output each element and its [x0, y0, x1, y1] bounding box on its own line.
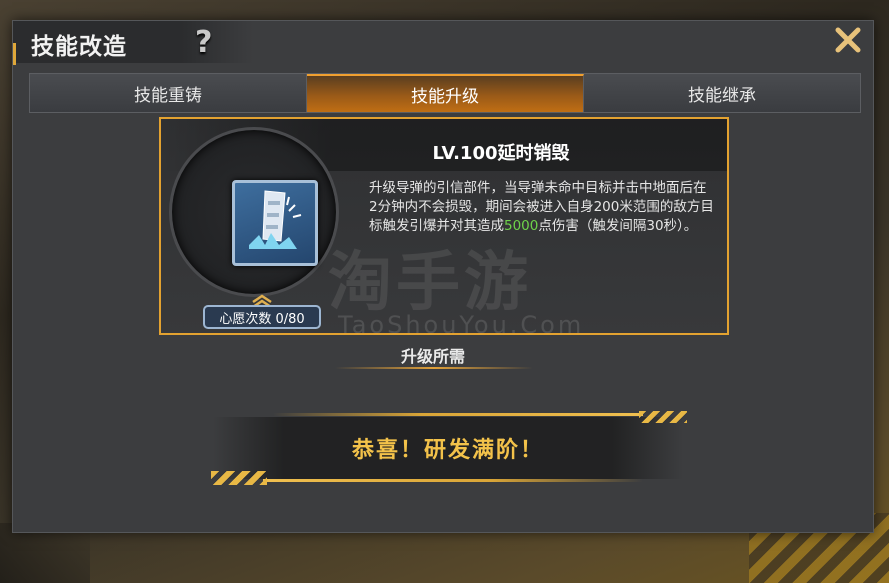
max-level-text: 恭喜！研发满阶！: [351, 438, 544, 463]
banner-top-line: [273, 413, 643, 416]
tab-skill-upgrade[interactable]: 技能升级: [307, 74, 584, 112]
skill-medallion: [169, 127, 339, 297]
watermark-logo: 淘手游: [328, 246, 532, 320]
tab-skill-recast[interactable]: 技能重铸: [30, 74, 307, 112]
dialog-title: 技能改造: [31, 34, 127, 60]
missile-icon: [249, 190, 302, 249]
requirements-divider: [335, 367, 533, 369]
title-accent: [13, 43, 16, 65]
watermark-url: TaoShouYou.Com: [338, 311, 585, 339]
skill-name: LV.100延时销毁: [432, 143, 570, 164]
wish-count-badge: 心愿次数 0/80: [203, 305, 321, 329]
skill-modify-dialog: 技能改造 ? 技能重铸 技能升级 技能继承 心愿次数 0/80 LV.100延时…: [12, 20, 874, 533]
skill-description: 升级导弹的引信部件，当导弹未命中目标并击中地面后在2分钟内不会损毁，期间会被进入…: [369, 179, 714, 236]
help-icon[interactable]: ?: [195, 25, 212, 60]
tab-skill-inherit[interactable]: 技能继承: [584, 74, 860, 112]
tab-bar: 技能重铸 技能升级 技能继承: [29, 73, 861, 113]
banner-bottom-line: [263, 479, 643, 482]
close-icon[interactable]: [833, 25, 863, 55]
skill-description-tail: 点伤害（触发间隔30秒）。: [538, 218, 698, 234]
requirements-title: 升级所需: [400, 347, 465, 366]
skill-icon[interactable]: [232, 180, 318, 266]
